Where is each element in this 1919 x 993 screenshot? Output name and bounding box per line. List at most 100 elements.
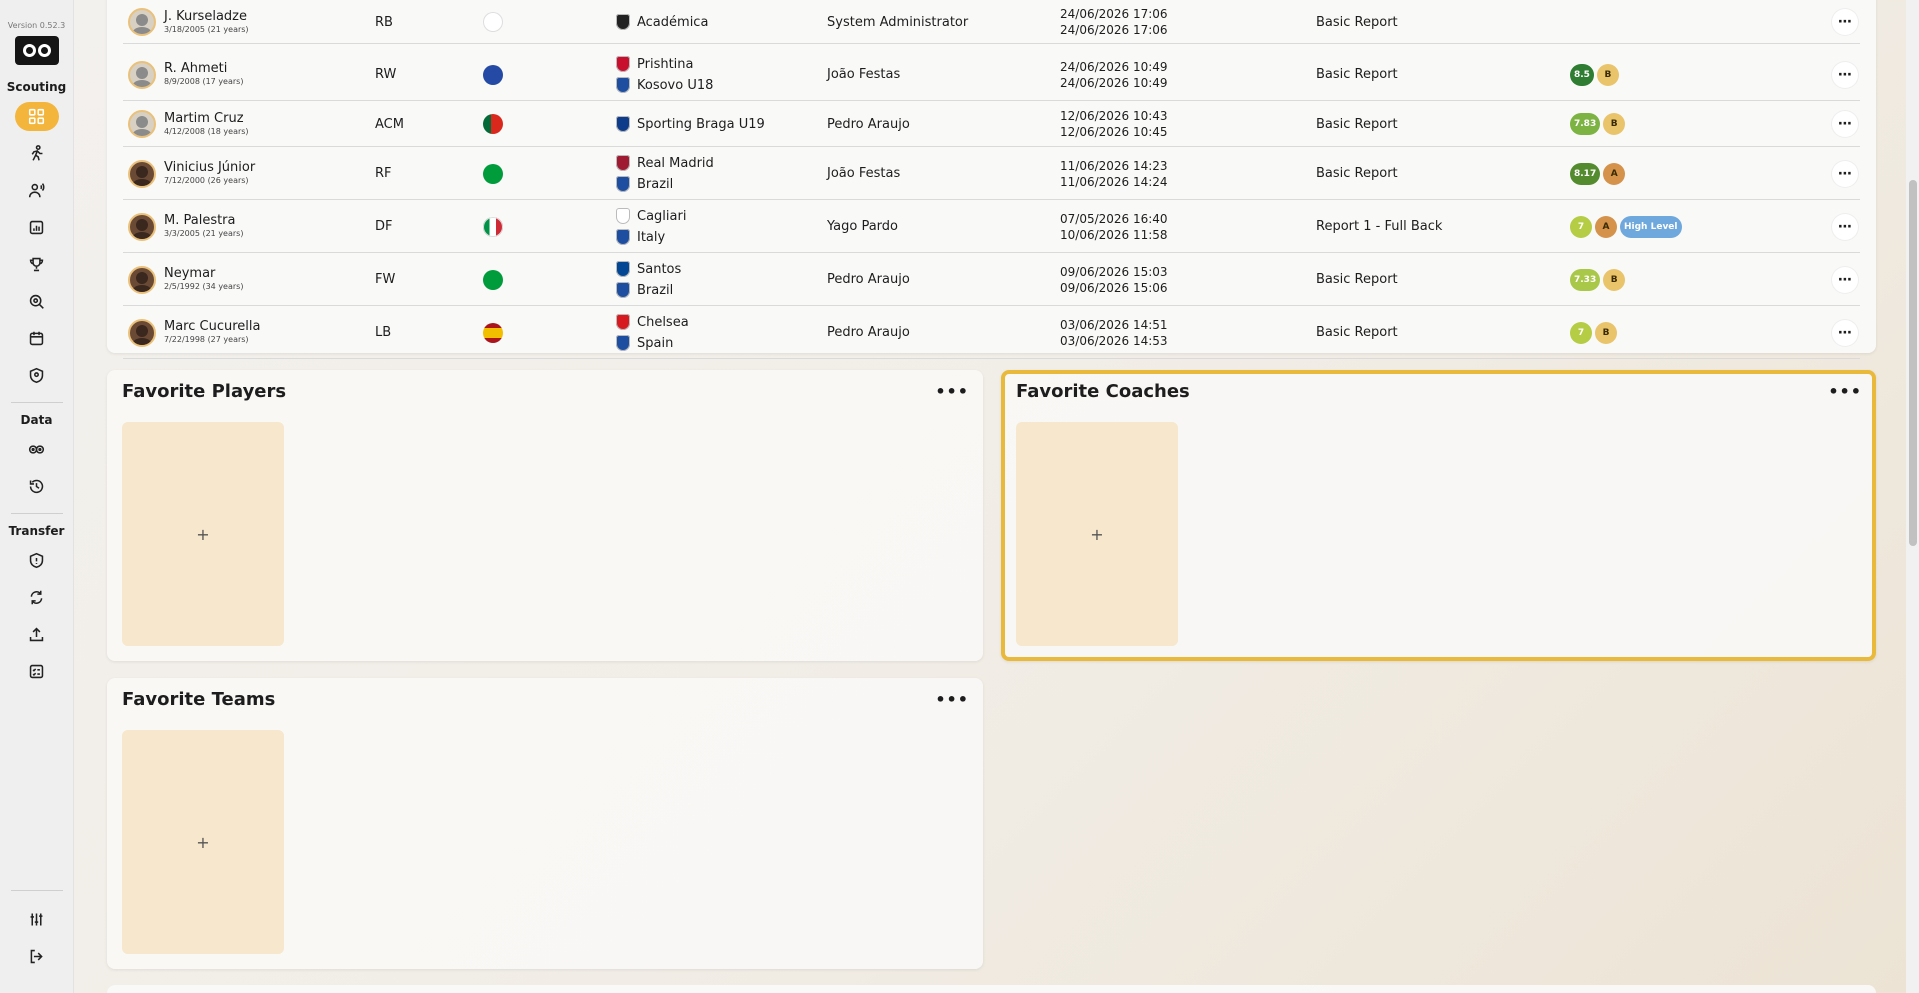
row-more-button[interactable]: ⋯: [1832, 111, 1858, 137]
national-team-name[interactable]: Spain: [637, 336, 673, 351]
row-more-button[interactable]: ⋯: [1832, 9, 1858, 35]
reports-table: J. Kurseladze 3/18/2005 (21 years) RB Ac…: [107, 0, 1876, 359]
checklist-icon[interactable]: [15, 657, 59, 686]
club-line[interactable]: Académica: [616, 14, 708, 30]
player-name[interactable]: J. Kurseladze: [164, 9, 247, 24]
add-favorite-player-button[interactable]: +: [122, 422, 284, 646]
club-line[interactable]: Chelsea: [616, 314, 689, 330]
scores-cell: 8.5 B: [1570, 48, 1622, 101]
updated-date: 24/06/2026 10:49: [1060, 75, 1168, 90]
created-date: 11/06/2026 14:23: [1060, 158, 1168, 173]
avatar: [128, 318, 156, 347]
dashboard-icon[interactable]: [14, 102, 59, 131]
section-label-data: Data: [20, 413, 53, 427]
scout-icon[interactable]: [15, 176, 59, 205]
player-name[interactable]: Vinicius Júnior: [164, 160, 255, 175]
player-cell[interactable]: R. Ahmeti 8/9/2008 (17 years): [164, 48, 243, 101]
more-options-icon[interactable]: •••: [1828, 382, 1862, 401]
row-more-button[interactable]: ⋯: [1832, 61, 1858, 88]
sidebar-divider: [10, 513, 63, 514]
club-crest-icon: [616, 56, 630, 72]
more-options-icon[interactable]: •••: [935, 382, 969, 401]
page-scrollbar[interactable]: [1906, 0, 1919, 993]
row-more-button[interactable]: ⋯: [1832, 213, 1858, 240]
national-team-name[interactable]: Italy: [637, 230, 665, 245]
club-crest-icon: [616, 208, 630, 224]
club-name[interactable]: Real Madrid: [637, 156, 714, 171]
data-icon[interactable]: [15, 435, 59, 464]
sidebar: Version 0.52.3 Scouting Data Transfer: [0, 0, 74, 993]
club-name[interactable]: Chelsea: [637, 315, 689, 330]
position-cell: FW: [375, 272, 396, 287]
exchange-icon[interactable]: [15, 583, 59, 612]
player-cell[interactable]: Neymar 2/5/1992 (34 years): [164, 253, 243, 306]
trophy-icon[interactable]: [15, 250, 59, 279]
table-row[interactable]: M. Palestra 3/3/2005 (21 years) DF Cagli…: [123, 200, 1860, 253]
transfer-shield-icon[interactable]: [15, 546, 59, 575]
add-favorite-team-button[interactable]: +: [122, 730, 284, 954]
club-line[interactable]: Santos: [616, 261, 681, 277]
template-cell: Basic Report: [1316, 67, 1398, 82]
table-row[interactable]: Martim Cruz 4/12/2008 (18 years) ACM Spo…: [123, 101, 1860, 147]
club-name[interactable]: Académica: [637, 15, 708, 30]
club-line[interactable]: Real Madrid: [616, 155, 714, 171]
scrollbar-thumb[interactable]: [1909, 180, 1917, 546]
scout-cell: Yago Pardo: [827, 219, 898, 234]
nationality-cell: [483, 0, 503, 44]
player-cell[interactable]: J. Kurseladze 3/18/2005 (21 years): [164, 0, 249, 44]
upload-icon[interactable]: [15, 620, 59, 649]
player-name[interactable]: R. Ahmeti: [164, 61, 227, 76]
position-cell: RF: [375, 166, 392, 181]
player-cell[interactable]: Marc Cucurella 7/22/1998 (27 years): [164, 306, 260, 359]
table-row[interactable]: Vinicius Júnior 7/12/2000 (26 years) RF …: [123, 147, 1860, 200]
player-dob: 3/3/2005 (21 years): [164, 229, 244, 238]
settings-icon[interactable]: [15, 905, 59, 934]
national-team-line[interactable]: Spain: [616, 335, 689, 351]
updated-date: 03/06/2026 14:53: [1060, 333, 1168, 348]
grade-badge: B: [1603, 268, 1626, 291]
national-team-name[interactable]: Brazil: [637, 283, 673, 298]
player-cell[interactable]: Vinicius Júnior 7/12/2000 (26 years): [164, 147, 255, 200]
national-team-line[interactable]: Brazil: [616, 176, 714, 192]
shield-icon[interactable]: [15, 361, 59, 390]
calendar-icon[interactable]: [15, 324, 59, 353]
national-team-line[interactable]: Brazil: [616, 282, 681, 298]
table-row[interactable]: R. Ahmeti 8/9/2008 (17 years) RW Prishti…: [123, 48, 1860, 101]
table-row[interactable]: J. Kurseladze 3/18/2005 (21 years) RB Ac…: [123, 0, 1860, 44]
target-icon[interactable]: [15, 287, 59, 316]
club-name[interactable]: Santos: [637, 262, 681, 277]
reports-icon[interactable]: [15, 213, 59, 242]
flag-icon: [483, 163, 503, 184]
player-cell[interactable]: M. Palestra 3/3/2005 (21 years): [164, 200, 243, 253]
row-more-button[interactable]: ⋯: [1832, 266, 1858, 293]
national-team-line[interactable]: Italy: [616, 229, 686, 245]
club-line[interactable]: Prishtina: [616, 56, 713, 72]
row-more-button[interactable]: ⋯: [1832, 319, 1858, 346]
player-name[interactable]: Neymar: [164, 266, 215, 281]
club-line[interactable]: Cagliari: [616, 208, 686, 224]
club-name[interactable]: Cagliari: [637, 209, 686, 224]
row-more-button[interactable]: ⋯: [1832, 160, 1858, 187]
player-name[interactable]: M. Palestra: [164, 213, 236, 228]
app-logo[interactable]: [14, 36, 59, 65]
player-name[interactable]: Martim Cruz: [164, 111, 244, 126]
club-name[interactable]: Sporting Braga U19: [637, 117, 765, 132]
table-row[interactable]: Neymar 2/5/1992 (34 years) FW Santos Bra…: [123, 253, 1860, 306]
add-favorite-coach-button[interactable]: +: [1016, 422, 1178, 646]
player-name[interactable]: Marc Cucurella: [164, 319, 260, 334]
grade-badge: B: [1595, 321, 1617, 344]
national-team-name[interactable]: Kosovo U18: [637, 78, 713, 93]
national-team-name[interactable]: Brazil: [637, 177, 673, 192]
player-cell[interactable]: Martim Cruz 4/12/2008 (18 years): [164, 101, 249, 147]
history-icon[interactable]: [15, 472, 59, 501]
dates-cell: 09/06/2026 15:03 09/06/2026 15:06: [1060, 253, 1168, 306]
player-avatar-cell: [128, 306, 156, 359]
national-team-line[interactable]: Kosovo U18: [616, 77, 713, 93]
club-line[interactable]: Sporting Braga U19: [616, 116, 765, 132]
team-cell: Académica: [616, 0, 708, 44]
player-run-icon[interactable]: [15, 139, 59, 168]
more-options-icon[interactable]: •••: [935, 690, 969, 709]
table-row[interactable]: Marc Cucurella 7/22/1998 (27 years) LB C…: [123, 306, 1860, 359]
logout-icon[interactable]: [15, 942, 59, 971]
club-name[interactable]: Prishtina: [637, 57, 694, 72]
